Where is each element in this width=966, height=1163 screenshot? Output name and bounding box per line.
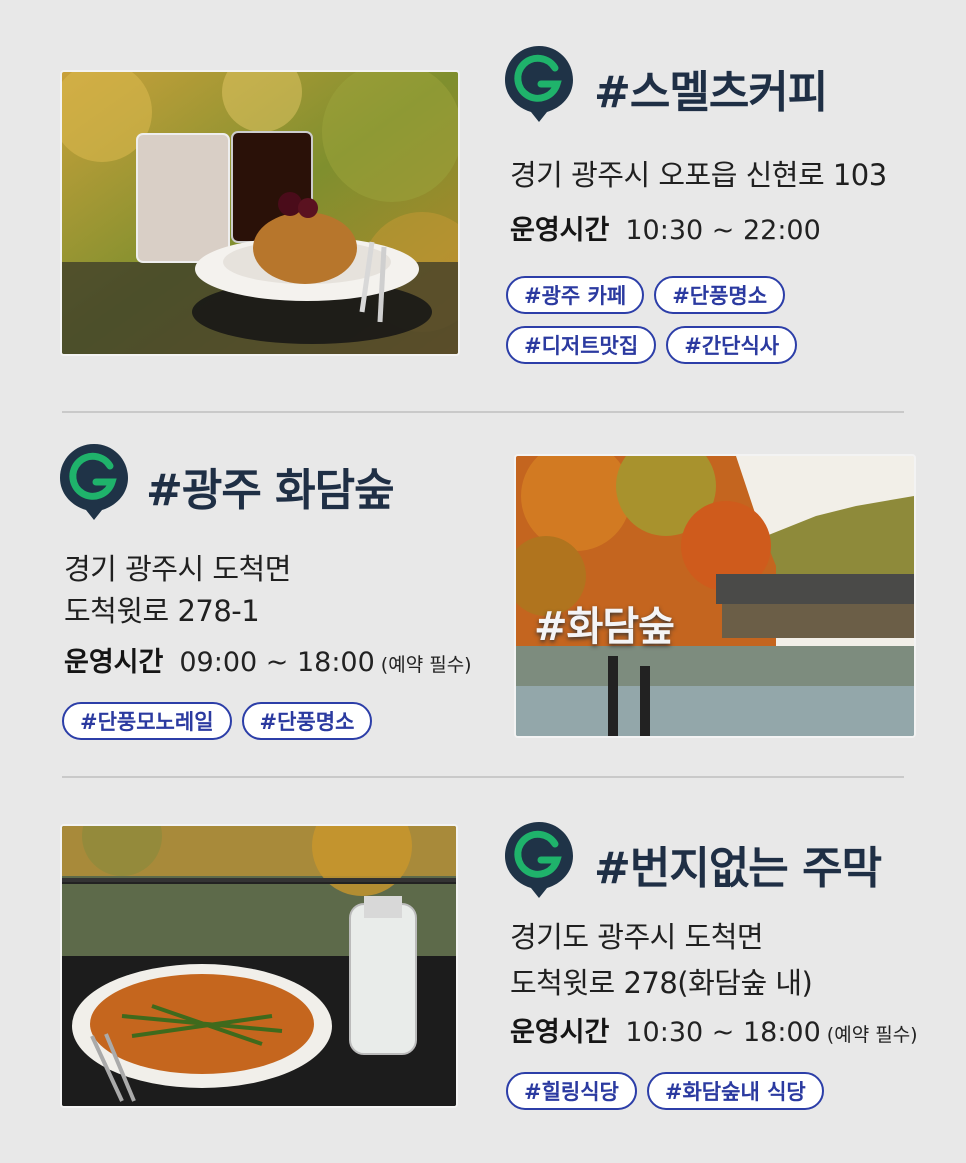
hours-note: (예약 필수) (826, 1024, 918, 1046)
g-pin-logo-icon (505, 822, 573, 898)
opening-hours: 운영시간 10:30 ~ 22:00 (510, 208, 821, 247)
hours-value: 10:30 ~ 22:00 (625, 215, 821, 246)
tag-chip[interactable]: #화담숲내 식당 (646, 1072, 824, 1110)
hours-label: 운영시간 (510, 1017, 610, 1048)
hwadamsup-photo: #화담숲 (516, 456, 914, 736)
hours-note: (예약 필수) (380, 654, 472, 676)
hours-label: 운영시간 (64, 647, 164, 678)
section-divider (62, 411, 904, 413)
address-line: 도척윗로 278(화담숲 내) (510, 966, 813, 1000)
place-title: #번지없는 주막 (594, 843, 882, 894)
place-card-smelts-coffee: #스멜츠커피 경기 광주시 오포읍 신현로 103 운영시간 10:30 ~ 22… (0, 0, 966, 400)
tag-chip[interactable]: #단풍명소 (654, 276, 786, 314)
address-line: 경기 광주시 오포읍 신현로 103 (510, 158, 887, 192)
section-divider (62, 776, 904, 778)
opening-hours: 운영시간 09:00 ~ 18:00 (예약 필수) (64, 640, 472, 679)
hours-value: 09:00 ~ 18:00 (179, 647, 375, 678)
g-pin-logo-icon (60, 444, 128, 520)
address-line: 도척윗로 278-1 (64, 594, 260, 628)
address-line: 경기도 광주시 도척면 (510, 920, 764, 954)
tag-list: #광주 카페 #단풍명소 #디저트맛집 #간단식사 (506, 276, 826, 364)
tag-chip[interactable]: #광주 카페 (506, 276, 645, 314)
place-title: #광주 화담숲 (146, 465, 395, 516)
address-line: 경기 광주시 도척면 (64, 552, 291, 586)
hours-value: 10:30 ~ 18:00 (625, 1017, 821, 1048)
tag-chip[interactable]: #단풍명소 (241, 702, 373, 740)
opening-hours: 운영시간 10:30 ~ 18:00 (예약 필수) (510, 1010, 918, 1049)
tag-chip[interactable]: #힐링식당 (506, 1072, 637, 1110)
place-card-hwadamsup: #광주 화담숲 경기 광주시 도척면 도척윗로 278-1 운영시간 09:00 … (0, 414, 966, 774)
cafe-photo (62, 72, 458, 354)
place-card-jumak: #번지없는 주막 경기도 광주시 도척면 도척윗로 278(화담숲 내) 운영시… (0, 780, 966, 1163)
hours-label: 운영시간 (510, 215, 610, 246)
tag-chip[interactable]: #단풍모노레일 (62, 702, 232, 740)
place-title: #스멜츠커피 (594, 67, 828, 118)
photo-sign-text: #화담숲 (534, 604, 675, 650)
tag-chip[interactable]: #간단식사 (666, 326, 798, 364)
jumak-photo (62, 826, 456, 1106)
g-pin-logo-icon (505, 46, 573, 122)
tag-list: #단풍모노레일 #단풍명소 (62, 702, 462, 740)
tag-list: #힐링식당 #화담숲내 식당 (506, 1072, 926, 1110)
tag-chip[interactable]: #디저트맛집 (506, 326, 657, 364)
